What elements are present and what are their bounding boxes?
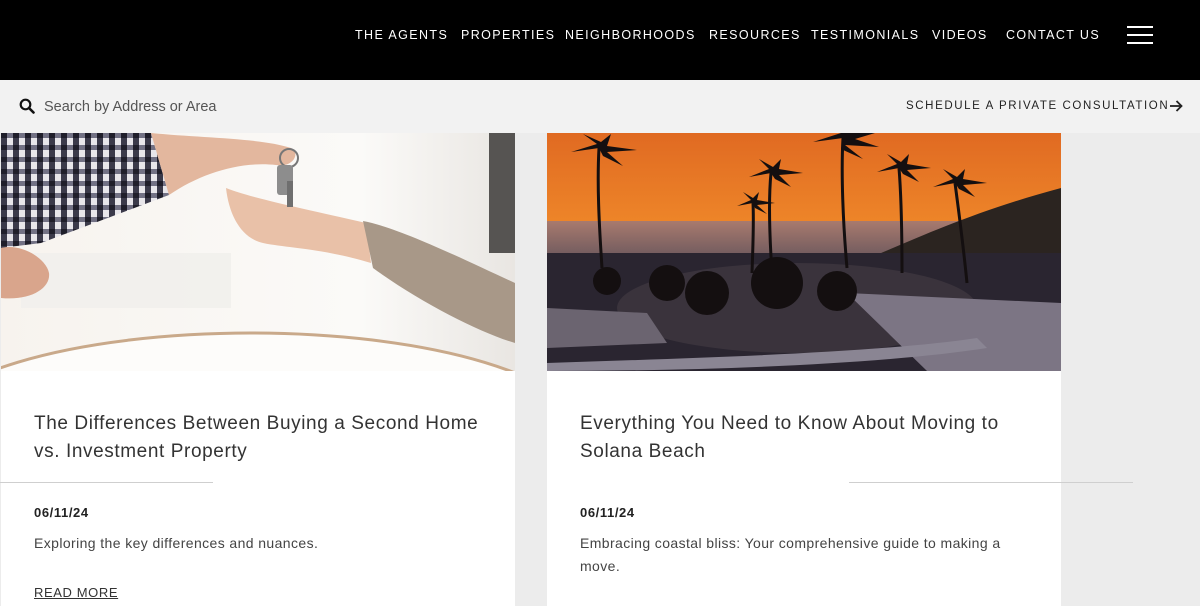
nav-link-videos[interactable]: VIDEOS bbox=[932, 28, 988, 42]
divider bbox=[0, 482, 213, 483]
nav-link-the-agents[interactable]: THE AGENTS bbox=[355, 28, 448, 42]
post-title[interactable]: The Differences Between Buying a Second … bbox=[34, 410, 494, 466]
search-icon[interactable] bbox=[19, 98, 35, 114]
nav-link-neighborhoods[interactable]: NEIGHBORHOODS bbox=[565, 28, 696, 42]
schedule-consultation-link[interactable]: SCHEDULE A PRIVATE CONSULTATION bbox=[906, 100, 1169, 112]
top-navigation: THE AGENTS PROPERTIES NEIGHBORHOODS RESO… bbox=[0, 0, 1200, 80]
nav-link-testimonials[interactable]: TESTIMONIALS bbox=[811, 28, 919, 42]
nav-link-resources[interactable]: RESOURCES bbox=[709, 28, 801, 42]
blog-card[interactable]: Everything You Need to Know About Moving… bbox=[547, 133, 1061, 606]
post-title[interactable]: Everything You Need to Know About Moving… bbox=[580, 410, 1040, 466]
solana-beach-sunset-palm-trees-photo[interactable] bbox=[547, 133, 1061, 371]
nav-link-properties[interactable]: PROPERTIES bbox=[461, 28, 555, 42]
hamburger-menu-icon[interactable] bbox=[1127, 26, 1153, 46]
post-excerpt: Exploring the key differences and nuance… bbox=[34, 535, 319, 551]
arrow-right-icon[interactable] bbox=[1168, 98, 1184, 114]
search-input[interactable] bbox=[44, 95, 364, 119]
read-more-link[interactable]: READ MORE bbox=[34, 585, 118, 600]
nav-link-contact-us[interactable]: CONTACT US bbox=[1006, 28, 1100, 42]
divider bbox=[849, 482, 1133, 483]
blog-card[interactable]: The Differences Between Buying a Second … bbox=[1, 133, 515, 606]
post-date: 06/11/24 bbox=[34, 505, 89, 520]
post-date: 06/11/24 bbox=[580, 505, 635, 520]
post-excerpt: Embracing coastal bliss: Your comprehens… bbox=[580, 535, 1001, 574]
hand-passing-house-keys-photo[interactable] bbox=[1, 133, 515, 371]
